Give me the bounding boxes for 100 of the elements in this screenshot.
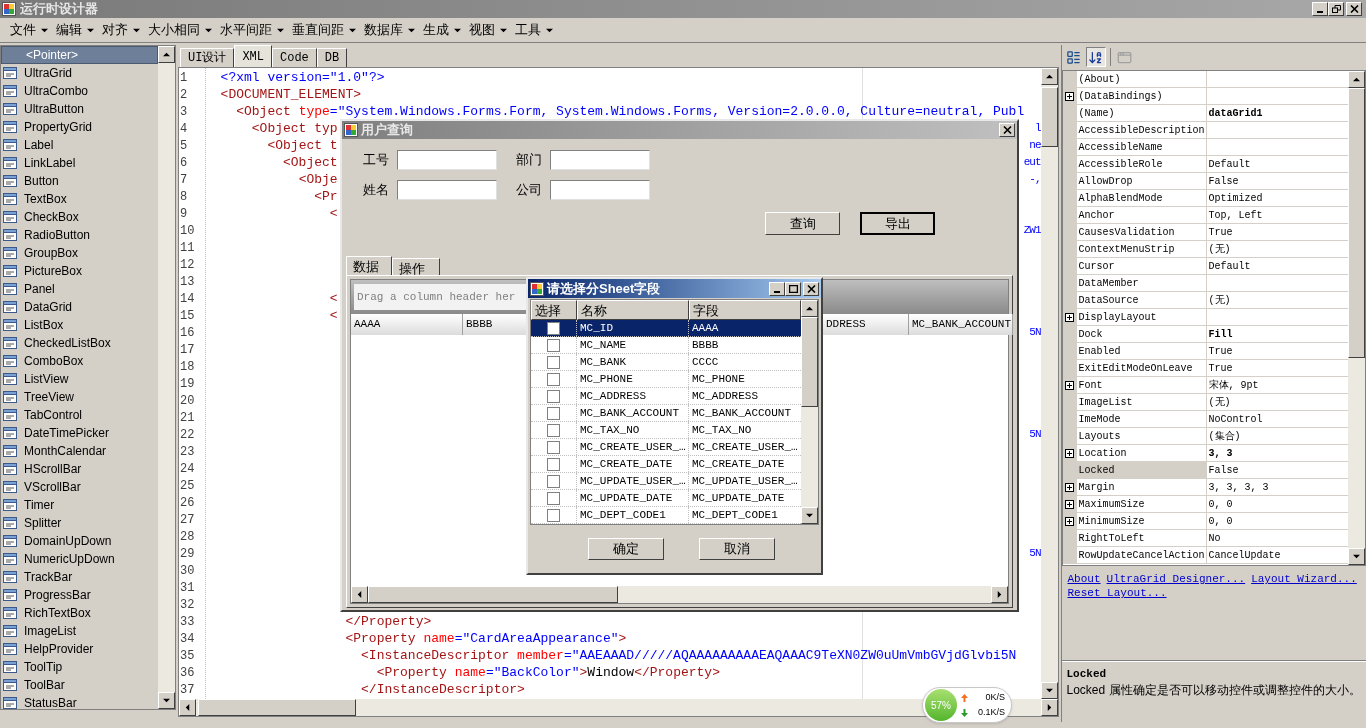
menu-item[interactable]: 编辑 bbox=[56, 20, 94, 40]
property-value[interactable]: dataGrid1 bbox=[1206, 105, 1348, 121]
property-name[interactable]: Layouts bbox=[1076, 428, 1207, 444]
table-row[interactable]: MC_ID AAAA bbox=[531, 320, 801, 337]
property-name[interactable]: Font bbox=[1076, 377, 1207, 393]
property-name[interactable]: AllowDrop bbox=[1076, 173, 1207, 189]
toolbox-item[interactable]: ListBox bbox=[1, 316, 158, 334]
property-name[interactable]: ExitEditModeOnLeave bbox=[1076, 360, 1207, 376]
editor-tab[interactable]: Code bbox=[272, 48, 317, 67]
property-value[interactable]: Fill bbox=[1206, 326, 1348, 342]
table-row[interactable]: MC_NAME BBBB bbox=[531, 337, 801, 354]
column-header[interactable]: MC_BANK_ACCOUNT bbox=[909, 314, 1013, 335]
dialog-button[interactable]: 确定 bbox=[588, 538, 664, 560]
toolbox-item[interactable]: ProgressBar bbox=[1, 586, 158, 604]
toolbox-item[interactable]: DomainUpDown bbox=[1, 532, 158, 550]
property-value[interactable]: (无) bbox=[1206, 292, 1348, 308]
property-value[interactable]: CancelUpdate bbox=[1206, 547, 1348, 563]
toolbox-item[interactable]: HelpProvider bbox=[1, 640, 158, 658]
table-row[interactable]: MC_BANK_ACCOUNT MC_BANK_ACCOUNT bbox=[531, 405, 801, 422]
toolbox-item[interactable]: Button bbox=[1, 172, 158, 190]
toolbox-item[interactable]: RichTextBox bbox=[1, 604, 158, 622]
property-name[interactable]: Cursor bbox=[1076, 258, 1207, 274]
toolbox-item[interactable]: TreeView bbox=[1, 388, 158, 406]
property-value[interactable]: Default bbox=[1206, 258, 1348, 274]
table-row[interactable]: MC_DEPT_CODE1 MC_DEPT_CODE1 bbox=[531, 507, 801, 524]
menu-item[interactable]: 水平间距 bbox=[220, 20, 284, 40]
property-name[interactable]: Locked bbox=[1076, 462, 1207, 478]
toolbox-item[interactable]: UltraButton bbox=[1, 100, 158, 118]
property-name[interactable]: AlphaBlendMode bbox=[1076, 190, 1207, 206]
command-link[interactable]: Reset Layout... bbox=[1067, 586, 1167, 600]
toolbox-item[interactable]: PropertyGrid bbox=[1, 118, 158, 136]
property-name[interactable]: ContextMenuStrip bbox=[1076, 241, 1207, 257]
property-value[interactable]: (集合) bbox=[1206, 428, 1348, 444]
menu-item[interactable]: 对齐 bbox=[102, 20, 140, 40]
property-value[interactable]: 0, 0 bbox=[1206, 513, 1348, 529]
table-row[interactable]: MC_CREATE_USER_… MC_CREATE_USER_… bbox=[531, 439, 801, 456]
toolbox-item[interactable]: CheckBox bbox=[1, 208, 158, 226]
dialog-button[interactable]: 取消 bbox=[699, 538, 775, 560]
toolbox-item[interactable]: TabControl bbox=[1, 406, 158, 424]
column-header[interactable]: 名称 bbox=[577, 300, 689, 320]
property-value[interactable]: True bbox=[1206, 343, 1348, 359]
menu-item[interactable]: 文件 bbox=[10, 20, 48, 40]
table-row[interactable]: MC_UPDATE_DATE MC_UPDATE_DATE bbox=[531, 490, 801, 507]
property-name[interactable]: AccessibleDescription bbox=[1076, 122, 1207, 138]
column-header[interactable]: 字段 bbox=[689, 300, 801, 320]
property-value[interactable]: 3, 3 bbox=[1206, 445, 1348, 461]
property-name[interactable]: ImeMode bbox=[1076, 411, 1207, 427]
editor-tab[interactable]: UI设计 bbox=[180, 48, 235, 67]
property-value[interactable]: Optimized bbox=[1206, 190, 1348, 206]
toolbox-item[interactable]: ImageList bbox=[1, 622, 158, 640]
table-row[interactable]: MC_BANK CCCC bbox=[531, 354, 801, 371]
property-name[interactable]: RightToLeft bbox=[1076, 530, 1207, 546]
table-row[interactable]: MC_TAX_NO MC_TAX_NO bbox=[531, 422, 801, 439]
toolbox-item[interactable]: PictureBox bbox=[1, 262, 158, 280]
property-value[interactable]: 0, 0 bbox=[1206, 496, 1348, 512]
property-value[interactable]: False bbox=[1206, 462, 1348, 478]
toolbox-item[interactable]: <Pointer> bbox=[1, 46, 158, 64]
property-name[interactable]: DisplayLayout bbox=[1076, 309, 1207, 325]
column-header[interactable]: AAAA bbox=[351, 314, 463, 335]
property-name[interactable]: ImageList bbox=[1076, 394, 1207, 410]
table-row[interactable]: MC_UPDATE_USER_… MC_UPDATE_USER_… bbox=[531, 473, 801, 490]
property-value[interactable]: Top, Left bbox=[1206, 207, 1348, 223]
toolbox-item[interactable]: ToolBar bbox=[1, 676, 158, 694]
property-value[interactable]: True bbox=[1206, 224, 1348, 240]
property-name[interactable]: AccessibleRole bbox=[1076, 156, 1207, 172]
column-header[interactable]: 选择 bbox=[531, 300, 577, 320]
toolbox-item[interactable]: NumericUpDown bbox=[1, 550, 158, 568]
toolbox-item[interactable]: CheckedListBox bbox=[1, 334, 158, 352]
menu-item[interactable]: 大小相同 bbox=[148, 20, 212, 40]
toolbox-item[interactable]: Label bbox=[1, 136, 158, 154]
toolbox-item[interactable]: MonthCalendar bbox=[1, 442, 158, 460]
toolbox-item[interactable]: Panel bbox=[1, 280, 158, 298]
property-name[interactable]: Margin bbox=[1076, 479, 1207, 495]
toolbox-item[interactable]: Splitter bbox=[1, 514, 158, 532]
toolbox-item[interactable]: DateTimePicker bbox=[1, 424, 158, 442]
toolbox-item[interactable]: TrackBar bbox=[1, 568, 158, 586]
dialog-button[interactable]: 导出 bbox=[860, 212, 935, 235]
toolbox-item[interactable]: ListView bbox=[1, 370, 158, 388]
table-row[interactable]: MC_ADDRESS MC_ADDRESS bbox=[531, 388, 801, 405]
dialog-button[interactable]: 查询 bbox=[765, 212, 840, 235]
property-value[interactable]: 宋体, 9pt bbox=[1206, 377, 1348, 393]
toolbox-item[interactable]: LinkLabel bbox=[1, 154, 158, 172]
property-value[interactable]: True bbox=[1206, 360, 1348, 376]
toolbox-item[interactable]: RadioButton bbox=[1, 226, 158, 244]
menu-item[interactable]: 垂直间距 bbox=[292, 20, 356, 40]
table-row[interactable]: MC_PHONE MC_PHONE bbox=[531, 371, 801, 388]
menu-item[interactable]: 数据库 bbox=[364, 20, 415, 40]
property-name[interactable]: RowUpdateCancelAction bbox=[1076, 547, 1207, 563]
toolbox-item[interactable]: DataGrid bbox=[1, 298, 158, 316]
property-name[interactable]: DataMember bbox=[1076, 275, 1207, 291]
property-name[interactable]: AccessibleName bbox=[1076, 139, 1207, 155]
column-header[interactable]: DDRESS bbox=[823, 314, 909, 335]
toolbox-item[interactable]: HScrollBar bbox=[1, 460, 158, 478]
property-name[interactable]: Dock bbox=[1076, 326, 1207, 342]
command-link[interactable]: About bbox=[1067, 572, 1101, 586]
property-name[interactable]: CausesValidation bbox=[1076, 224, 1207, 240]
editor-tab[interactable]: XML bbox=[234, 45, 272, 67]
table-row[interactable]: MC_CREATE_DATE MC_CREATE_DATE bbox=[531, 456, 801, 473]
command-link[interactable]: UltraGrid Designer... bbox=[1106, 572, 1246, 586]
property-name[interactable]: Enabled bbox=[1076, 343, 1207, 359]
